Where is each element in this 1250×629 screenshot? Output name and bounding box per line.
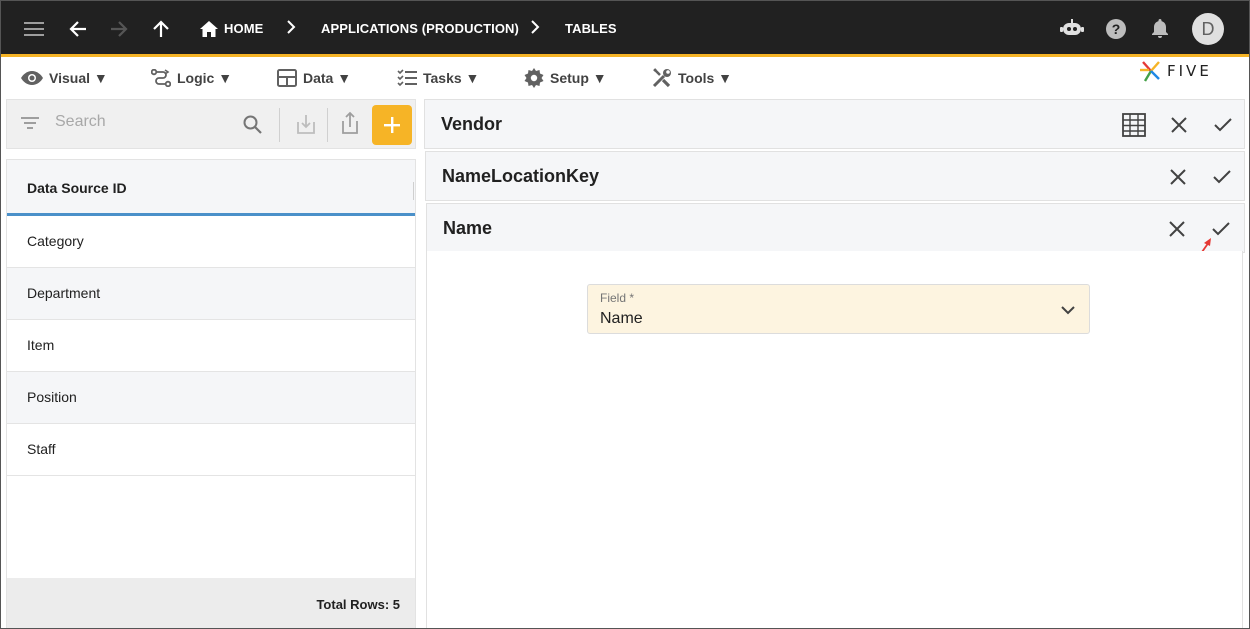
check-icon[interactable] bbox=[1210, 112, 1236, 138]
list-footer: Total Rows: 5 bbox=[7, 578, 415, 628]
home-icon[interactable] bbox=[194, 14, 224, 44]
logic-icon bbox=[151, 69, 171, 87]
svg-text:?: ? bbox=[1112, 21, 1121, 37]
card-title: NameLocationKey bbox=[442, 166, 600, 186]
download-icon[interactable] bbox=[295, 113, 317, 140]
table-icon bbox=[277, 69, 297, 87]
tasks-icon bbox=[397, 69, 417, 87]
namelocationkey-card-header: NameLocationKey bbox=[425, 151, 1245, 201]
menu-tasks[interactable]: Tasks ▼ bbox=[397, 64, 479, 92]
list-item[interactable]: Category bbox=[7, 216, 415, 268]
column-header[interactable]: Data Source ID bbox=[7, 160, 415, 216]
close-icon[interactable] bbox=[1164, 216, 1190, 242]
list-item-label: Department bbox=[27, 285, 101, 301]
filter-icon[interactable] bbox=[21, 116, 39, 135]
menu-bar: Visual ▼ Logic ▼ Data ▼ Tasks ▼ Setup ▼ … bbox=[1, 57, 1249, 99]
logo-text: FIVE bbox=[1167, 62, 1212, 80]
list-toolbar bbox=[6, 99, 416, 149]
data-source-list: Data Source ID Category Department Item … bbox=[6, 159, 416, 628]
five-logo-icon bbox=[1140, 61, 1160, 82]
tools-icon bbox=[652, 68, 672, 88]
menu-visual-label: Visual ▼ bbox=[49, 70, 108, 86]
menu-data-label: Data ▼ bbox=[303, 70, 352, 86]
vendor-card-header: Vendor bbox=[424, 99, 1245, 149]
five-logo: FIVE bbox=[1139, 59, 1212, 83]
plus-icon bbox=[384, 117, 400, 133]
eye-icon bbox=[21, 71, 43, 85]
list-item[interactable]: Department bbox=[7, 268, 415, 320]
menu-visual[interactable]: Visual ▼ bbox=[21, 64, 108, 92]
list-item-label: Staff bbox=[27, 441, 56, 457]
chevron-right-icon bbox=[286, 19, 296, 40]
breadcrumb-applications[interactable]: APPLICATIONS (PRODUCTION) bbox=[321, 21, 519, 36]
list-item-label: Category bbox=[27, 233, 84, 249]
chevron-right-icon bbox=[530, 19, 540, 40]
field-select[interactable]: Field * Name bbox=[587, 284, 1090, 334]
up-arrow-icon[interactable] bbox=[146, 14, 176, 44]
list-item-label: Item bbox=[27, 337, 55, 353]
add-button[interactable] bbox=[372, 105, 412, 145]
form-body: Field * Name bbox=[426, 251, 1243, 628]
menu-setup[interactable]: Setup ▼ bbox=[524, 64, 607, 92]
total-rows: Total Rows: 5 bbox=[316, 597, 400, 612]
menu-logic-label: Logic ▼ bbox=[177, 70, 233, 86]
column-resize-handle[interactable] bbox=[413, 182, 414, 200]
menu-logic[interactable]: Logic ▼ bbox=[151, 64, 232, 92]
help-icon[interactable]: ? bbox=[1101, 14, 1131, 44]
toolbar-divider bbox=[279, 108, 280, 142]
search-input[interactable] bbox=[55, 113, 235, 131]
top-bar: HOME APPLICATIONS (PRODUCTION) TABLES ? … bbox=[1, 1, 1249, 57]
menu-tasks-label: Tasks ▼ bbox=[423, 70, 480, 86]
card-title: Vendor bbox=[441, 114, 503, 134]
breadcrumb-home[interactable]: HOME bbox=[224, 21, 263, 36]
menu-data[interactable]: Data ▼ bbox=[277, 64, 351, 92]
gear-icon bbox=[524, 68, 544, 88]
list-item-label: Position bbox=[27, 389, 77, 405]
search-icon[interactable] bbox=[243, 115, 262, 139]
toolbar-divider bbox=[327, 108, 328, 142]
chat-bot-icon[interactable] bbox=[1057, 14, 1087, 44]
check-icon[interactable] bbox=[1209, 164, 1235, 190]
app-window: HOME APPLICATIONS (PRODUCTION) TABLES ? … bbox=[0, 0, 1250, 629]
close-icon[interactable] bbox=[1166, 112, 1192, 138]
list-item[interactable]: Position bbox=[7, 372, 415, 424]
bell-icon[interactable] bbox=[1145, 14, 1175, 44]
name-card-header: Name bbox=[426, 203, 1245, 253]
menu-tools[interactable]: Tools ▼ bbox=[652, 64, 732, 92]
detail-panel: Vendor NameLocationKey Name Field * Name bbox=[424, 99, 1245, 628]
close-icon[interactable] bbox=[1165, 164, 1191, 190]
menu-setup-label: Setup ▼ bbox=[550, 70, 607, 86]
list-item[interactable]: Staff bbox=[7, 424, 415, 476]
field-label: Field * bbox=[600, 291, 635, 305]
column-header-label: Data Source ID bbox=[27, 180, 127, 196]
field-value: Name bbox=[600, 310, 643, 327]
forward-arrow-icon[interactable] bbox=[104, 14, 134, 44]
chevron-down-icon[interactable] bbox=[1061, 302, 1075, 320]
card-title: Name bbox=[443, 218, 493, 238]
breadcrumb-tables[interactable]: TABLES bbox=[565, 21, 617, 36]
back-arrow-icon[interactable] bbox=[63, 14, 93, 44]
avatar[interactable]: D bbox=[1192, 13, 1224, 45]
share-icon[interactable] bbox=[339, 111, 361, 140]
grid-view-icon[interactable] bbox=[1121, 112, 1147, 138]
list-item[interactable]: Item bbox=[7, 320, 415, 372]
menu-icon[interactable] bbox=[19, 14, 49, 44]
menu-tools-label: Tools ▼ bbox=[678, 70, 733, 86]
